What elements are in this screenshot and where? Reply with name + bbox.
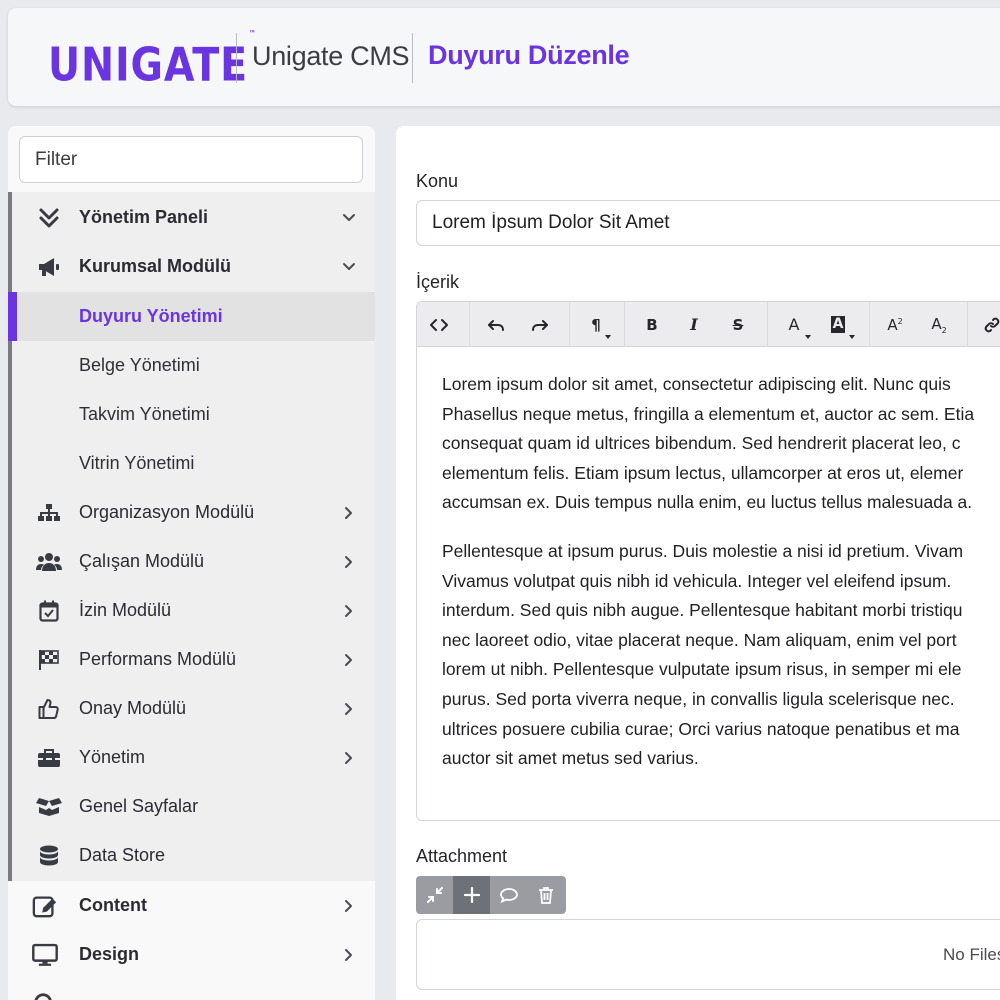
main-panel: Konu İçerik ¶ B I S A A	[396, 126, 1000, 1000]
trash-icon[interactable]	[527, 876, 564, 914]
sidebar-item-label: Organizasyon Modülü	[79, 502, 255, 522]
plus-icon[interactable]	[453, 876, 490, 914]
sidebar-item-yonetim[interactable]: Yönetim	[8, 733, 375, 782]
paragraph-icon[interactable]: ¶	[585, 302, 611, 347]
sidebar-item-calisan-modulu[interactable]: Çalışan Modülü	[8, 537, 375, 586]
checkered-flag-icon	[36, 647, 62, 673]
editor-content[interactable]: Lorem ipsum dolor sit amet, consectetur …	[442, 370, 1000, 793]
sidebar-item-partial[interactable]	[8, 979, 375, 1000]
attachment-label: Attachment	[416, 846, 508, 866]
sidebar-item-izin-modulu[interactable]: İzin Modülü	[8, 586, 375, 635]
sidebar-item-yonetim-paneli[interactable]: Yönetim Paneli	[8, 193, 375, 242]
calendar-check-icon	[36, 598, 62, 624]
toolbox-icon	[36, 745, 62, 771]
sidebar-item-design[interactable]: Design	[8, 930, 375, 979]
search-icon	[32, 991, 58, 1000]
edit-icon	[32, 893, 58, 919]
chevron-right-icon	[341, 554, 357, 570]
sitemap-icon	[36, 500, 62, 526]
paragraph: Lorem ipsum dolor sit amet, consectetur …	[442, 374, 975, 513]
sidebar-item-label: Belge Yönetimi	[79, 355, 200, 375]
chevron-right-icon	[341, 947, 357, 963]
subscript-icon[interactable]: A2	[925, 302, 953, 347]
sidebar-item-label: Duyuru Yönetimi	[79, 306, 223, 326]
sidebar-item-label: Data Store	[79, 845, 166, 865]
sidebar-item-label: Performans Modülü	[79, 649, 237, 669]
sidebar-filter-input[interactable]	[19, 136, 363, 183]
toolbar-separator	[569, 302, 570, 347]
sidebar: Yönetim Paneli Kurumsal Modülü Duyuru Yö…	[8, 126, 375, 1000]
no-files-text: No Files	[943, 945, 1000, 964]
sidebar-item-takvim-yonetimi[interactable]: Takvim Yönetimi	[8, 390, 375, 439]
rich-text-editor[interactable]: ¶ B I S A A A2 A2 Lorem ipsum dolor sit …	[416, 301, 1000, 821]
sidebar-item-label: Genel Sayfalar	[79, 796, 199, 816]
sidebar-item-belge-yonetimi[interactable]: Belge Yönetimi	[8, 341, 375, 390]
chevron-right-icon	[341, 750, 357, 766]
chevron-right-icon	[341, 701, 357, 717]
code-view-icon[interactable]	[425, 302, 453, 347]
compress-icon[interactable]	[416, 876, 453, 914]
redo-icon[interactable]	[527, 302, 553, 347]
sidebar-item-vitrin-yonetimi[interactable]: Vitrin Yönetimi	[8, 439, 375, 488]
attachment-dropzone[interactable]: No Files	[416, 919, 1000, 990]
sidebar-item-data-store[interactable]: Data Store	[8, 831, 375, 880]
header-divider	[236, 33, 237, 83]
chevron-down-icon	[341, 259, 357, 275]
sidebar-item-organizasyon-modulu[interactable]: Organizasyon Modülü	[8, 488, 375, 537]
chevron-right-icon	[341, 652, 357, 668]
sidebar-item-performans-modulu[interactable]: Performans Modülü	[8, 635, 375, 684]
sidebar-item-genel-sayfalar[interactable]: Genel Sayfalar	[8, 782, 375, 831]
chevron-down-icon	[341, 210, 357, 226]
subject-label: Konu	[416, 171, 459, 191]
bold-icon[interactable]: B	[639, 302, 665, 347]
sidebar-item-label: Yönetim	[79, 747, 146, 767]
comment-icon[interactable]	[490, 876, 527, 914]
undo-icon[interactable]	[483, 302, 509, 347]
link-icon[interactable]	[979, 302, 1000, 347]
users-icon	[36, 549, 62, 575]
megaphone-icon	[36, 254, 62, 280]
toolbar-separator	[624, 302, 625, 347]
toolbar-separator	[967, 302, 968, 347]
sidebar-item-label: Onay Modülü	[79, 698, 187, 718]
sidebar-item-label: Vitrin Yönetimi	[79, 453, 195, 473]
app-name: Unigate CMS	[252, 41, 410, 71]
double-chevron-down-icon	[36, 205, 62, 231]
chevron-right-icon	[341, 898, 357, 914]
subject-input[interactable]	[416, 200, 1000, 246]
sidebar-item-label: İzin Modülü	[79, 600, 172, 620]
toolbar-separator	[469, 302, 470, 347]
page-title: Duyuru Düzenle	[428, 40, 630, 70]
header-divider	[412, 33, 413, 83]
strikethrough-icon[interactable]: S	[725, 302, 751, 347]
italic-icon[interactable]: I	[681, 302, 707, 347]
sidebar-item-label: Çalışan Modülü	[79, 551, 205, 571]
top-header: UNIGATE™ Unigate CMS Duyuru Düzenle	[8, 8, 1000, 106]
superscript-icon[interactable]: A2	[881, 302, 909, 347]
sidebar-item-onay-modulu[interactable]: Onay Modülü	[8, 684, 375, 733]
background-color-icon[interactable]: A	[825, 302, 855, 347]
chevron-right-icon	[341, 505, 357, 521]
sidebar-item-label: Takvim Yönetimi	[79, 404, 210, 424]
sidebar-item-duyuru-yonetimi[interactable]: Duyuru Yönetimi	[8, 292, 375, 341]
sidebar-item-label: Kurumsal Modülü	[79, 256, 231, 276]
attachment-toolbar	[416, 876, 566, 914]
sidebar-item-label: Yönetim Paneli	[79, 207, 209, 227]
paragraph: Pellentesque at ipsum purus. Duis molest…	[442, 540, 964, 769]
database-icon	[36, 843, 62, 869]
monitor-icon	[32, 942, 58, 968]
box-open-icon	[36, 794, 62, 820]
sidebar-item-kurumsal-modulu[interactable]: Kurumsal Modülü	[8, 242, 375, 291]
sidebar-item-label: Content	[79, 895, 147, 915]
content-label: İçerik	[416, 272, 460, 292]
toolbar-separator	[869, 302, 870, 347]
sidebar-item-label: Design	[79, 944, 140, 964]
editor-toolbar: ¶ B I S A A A2 A2	[417, 302, 1000, 347]
toolbar-separator	[767, 302, 768, 347]
thumbs-up-icon	[36, 696, 62, 722]
chevron-right-icon	[341, 603, 357, 619]
unigate-logo[interactable]: UNIGATE™	[48, 29, 256, 88]
sidebar-item-content[interactable]: Content	[8, 881, 375, 930]
font-color-icon[interactable]: A	[781, 302, 811, 347]
